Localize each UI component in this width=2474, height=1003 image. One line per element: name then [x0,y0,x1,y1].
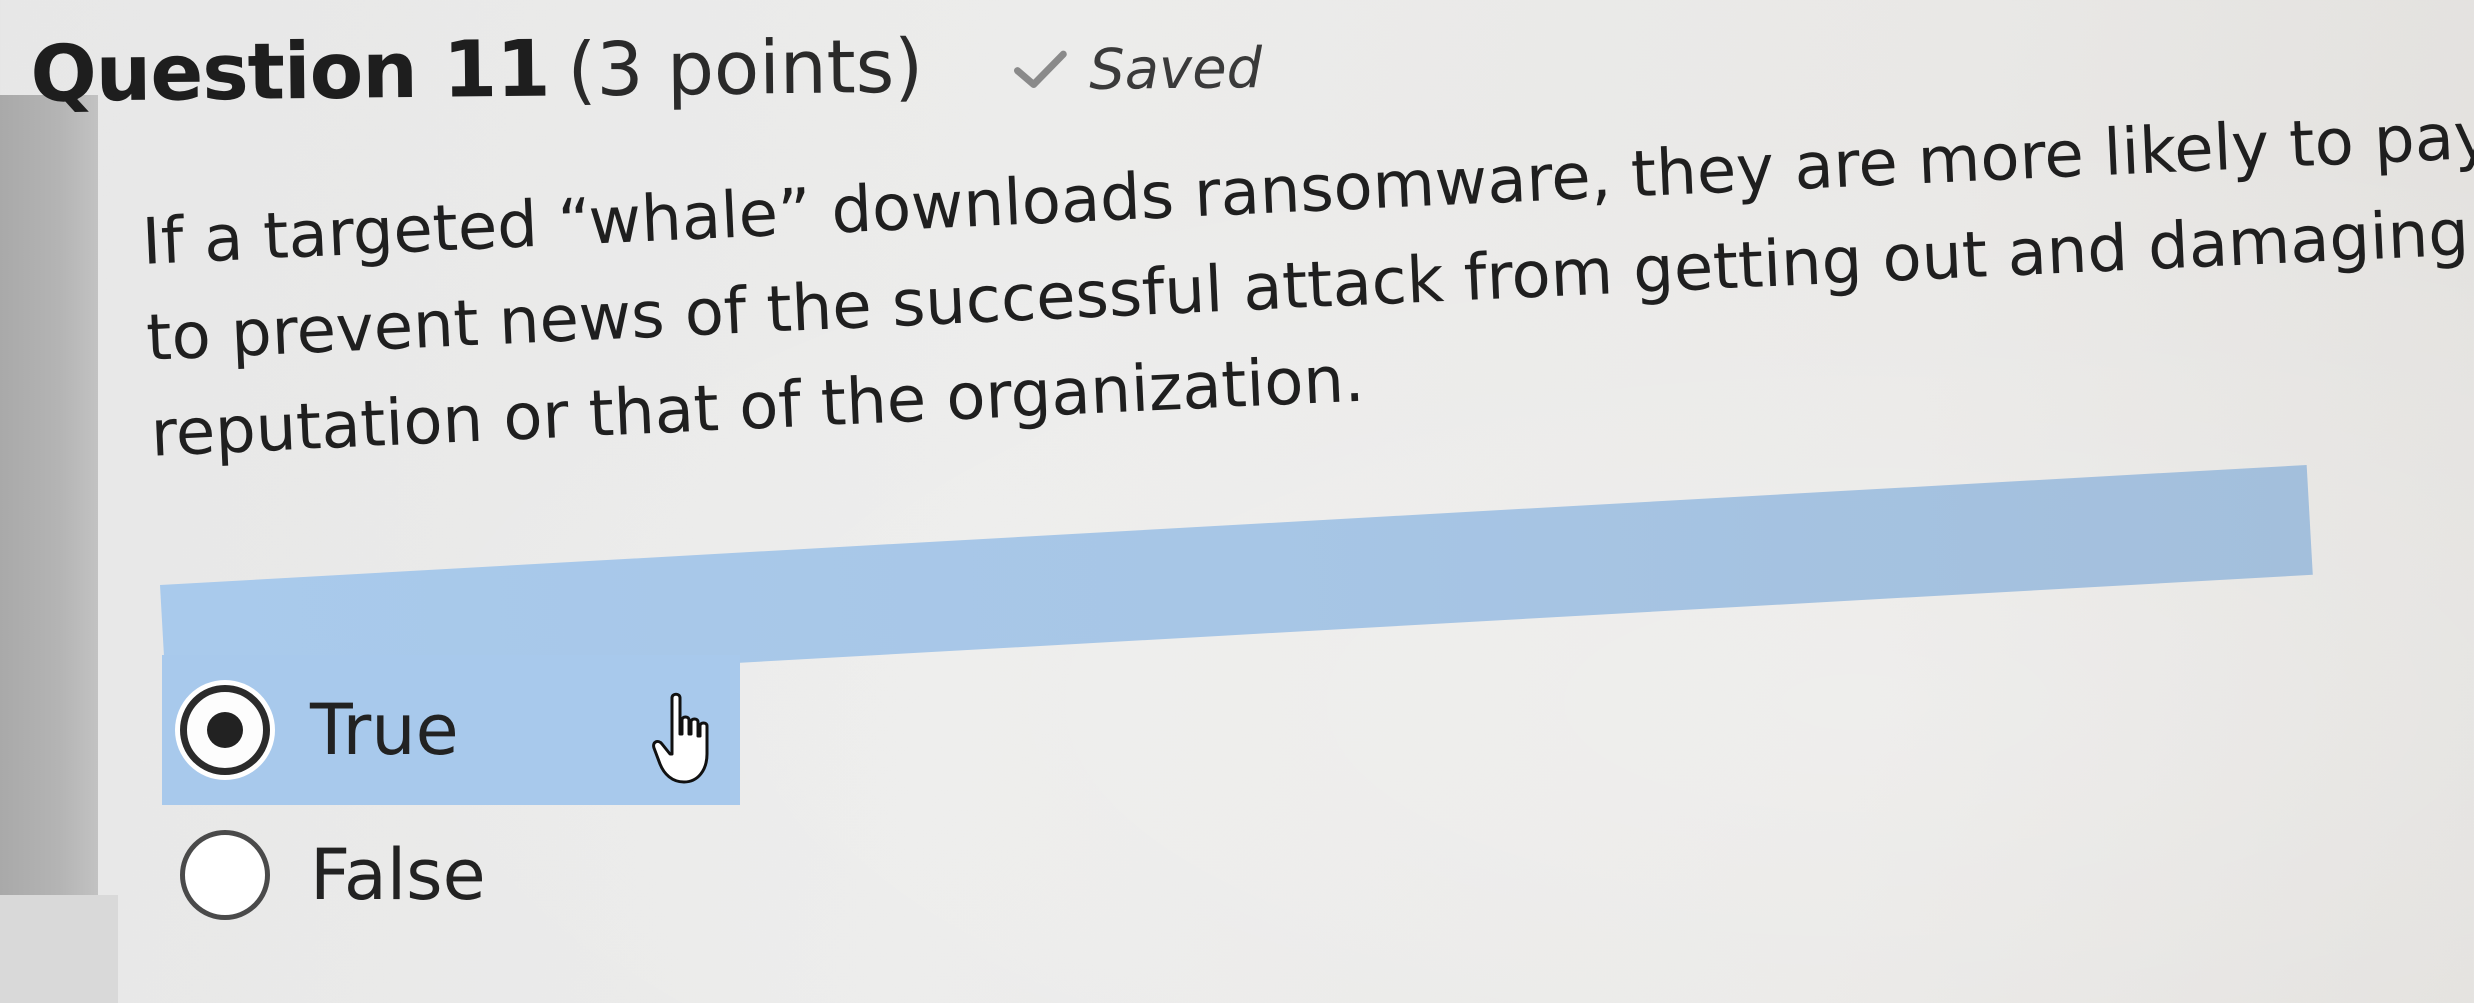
left-rail-lower [0,895,118,1003]
question-header: Question 11 (3 points) Saved [30,17,1263,120]
left-rail [0,95,98,895]
radio-dot [207,712,243,748]
option-true-label[interactable]: True [310,689,459,771]
question-points: (3 points) [567,23,924,114]
question-text: If a targeted “whale” downloads ransomwa… [140,82,2474,482]
saved-label: Saved [1088,35,1263,103]
hand-pointer-icon [652,692,709,784]
question-title: Question 11 [30,24,550,120]
option-false[interactable]: False [180,805,740,945]
check-icon [1013,50,1067,88]
option-false-label[interactable]: False [310,834,486,916]
radio-false[interactable] [180,830,270,920]
saved-status: Saved [1013,35,1263,104]
radio-true[interactable] [180,685,270,775]
